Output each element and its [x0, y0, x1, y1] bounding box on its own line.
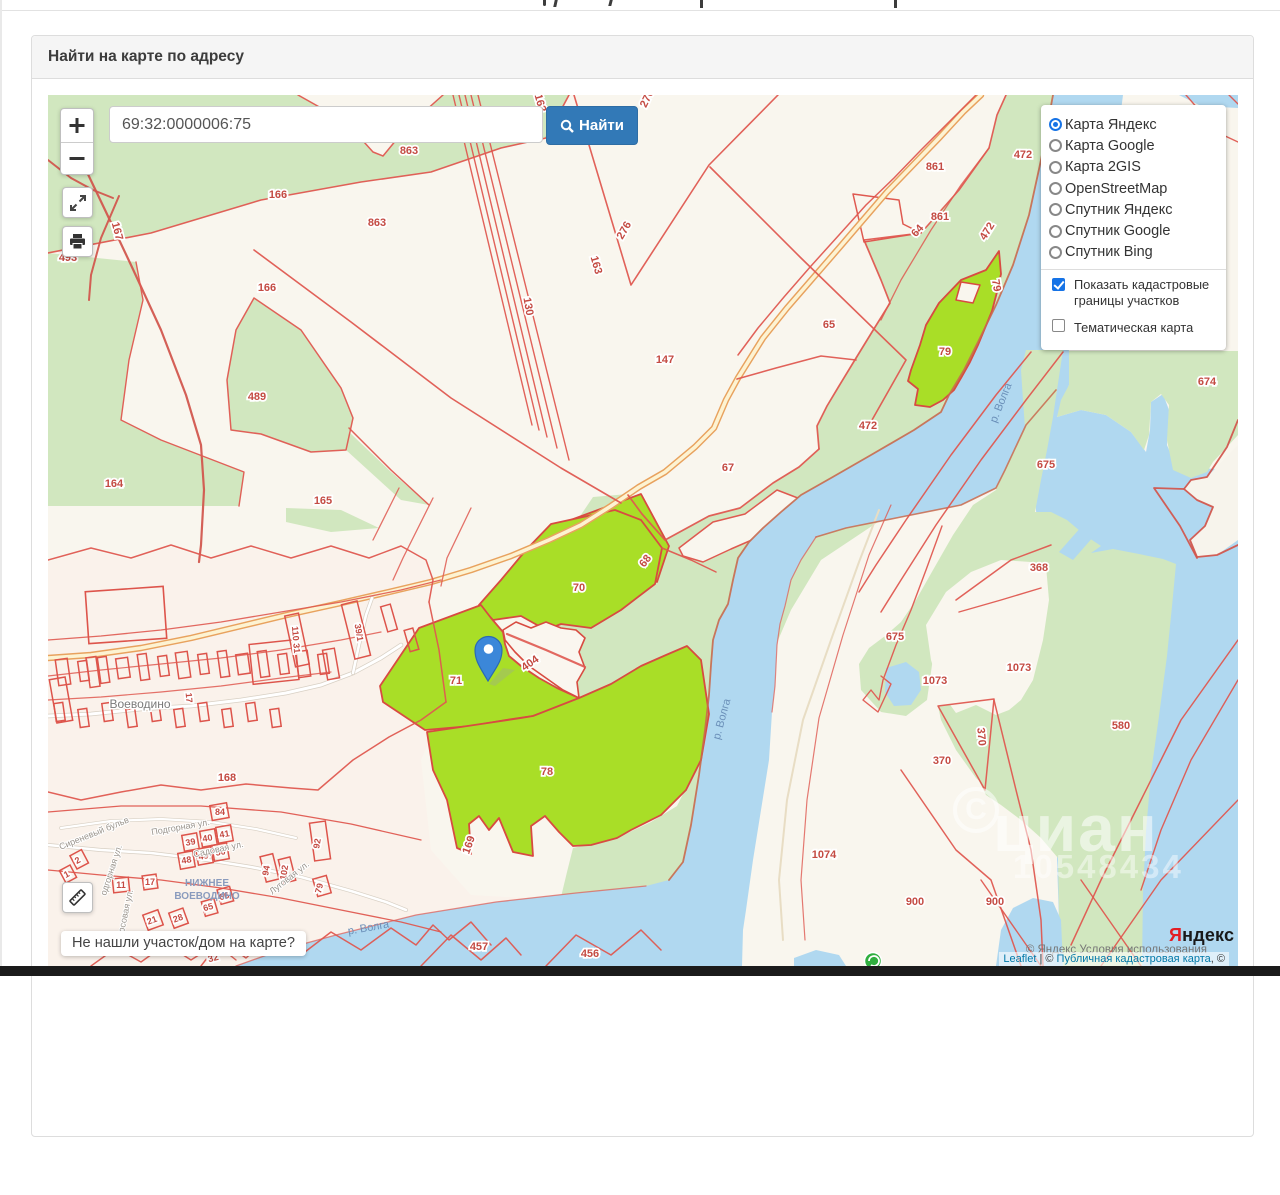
svg-text:17: 17	[145, 877, 155, 887]
svg-text:1073: 1073	[1007, 662, 1031, 674]
svg-text:67: 67	[722, 462, 734, 474]
svg-text:165: 165	[314, 495, 332, 507]
svg-text:1073: 1073	[923, 675, 947, 687]
svg-text:863: 863	[368, 217, 386, 229]
svg-text:863: 863	[400, 145, 418, 157]
svg-text:900: 900	[986, 896, 1004, 908]
svg-text:ВОЕВОДИНО: ВОЕВОДИНО	[174, 891, 240, 902]
svg-text:71: 71	[450, 675, 462, 687]
svg-text:861: 861	[926, 161, 944, 173]
svg-text:48: 48	[181, 854, 193, 866]
svg-text:164: 164	[105, 478, 124, 490]
svg-text:40: 40	[202, 832, 214, 844]
svg-text:489: 489	[248, 391, 266, 403]
svg-text:368: 368	[1030, 562, 1048, 574]
svg-text:168: 168	[218, 772, 236, 784]
svg-text:456: 456	[581, 948, 599, 960]
svg-text:166: 166	[258, 282, 276, 294]
svg-text:41: 41	[219, 828, 231, 840]
svg-text:900: 900	[906, 896, 924, 908]
svg-text:НИЖНЕЕ: НИЖНЕЕ	[185, 878, 229, 889]
svg-text:17: 17	[184, 692, 195, 703]
svg-text:70: 70	[573, 582, 585, 594]
svg-text:39: 39	[185, 836, 197, 848]
svg-text:65: 65	[823, 319, 835, 331]
svg-text:472: 472	[859, 420, 877, 432]
svg-text:675: 675	[886, 631, 904, 643]
svg-text:580: 580	[1112, 720, 1130, 732]
svg-text:457: 457	[470, 941, 488, 953]
svg-text:147: 147	[656, 354, 674, 366]
svg-text:94: 94	[260, 865, 272, 877]
svg-text:674: 674	[1198, 376, 1217, 388]
svg-text:92: 92	[311, 838, 323, 850]
svg-text:166: 166	[269, 189, 287, 201]
svg-text:370: 370	[933, 755, 951, 767]
svg-text:1074: 1074	[812, 849, 837, 861]
svg-text:675: 675	[1037, 459, 1055, 471]
svg-text:84: 84	[215, 807, 225, 817]
svg-text:79: 79	[989, 278, 1003, 292]
svg-text:79: 79	[939, 346, 951, 358]
svg-text:Воеводино: Воеводино	[109, 697, 170, 711]
svg-text:370: 370	[974, 727, 988, 746]
svg-text:472: 472	[1014, 149, 1032, 161]
svg-text:861: 861	[931, 211, 949, 223]
svg-text:78: 78	[541, 766, 553, 778]
